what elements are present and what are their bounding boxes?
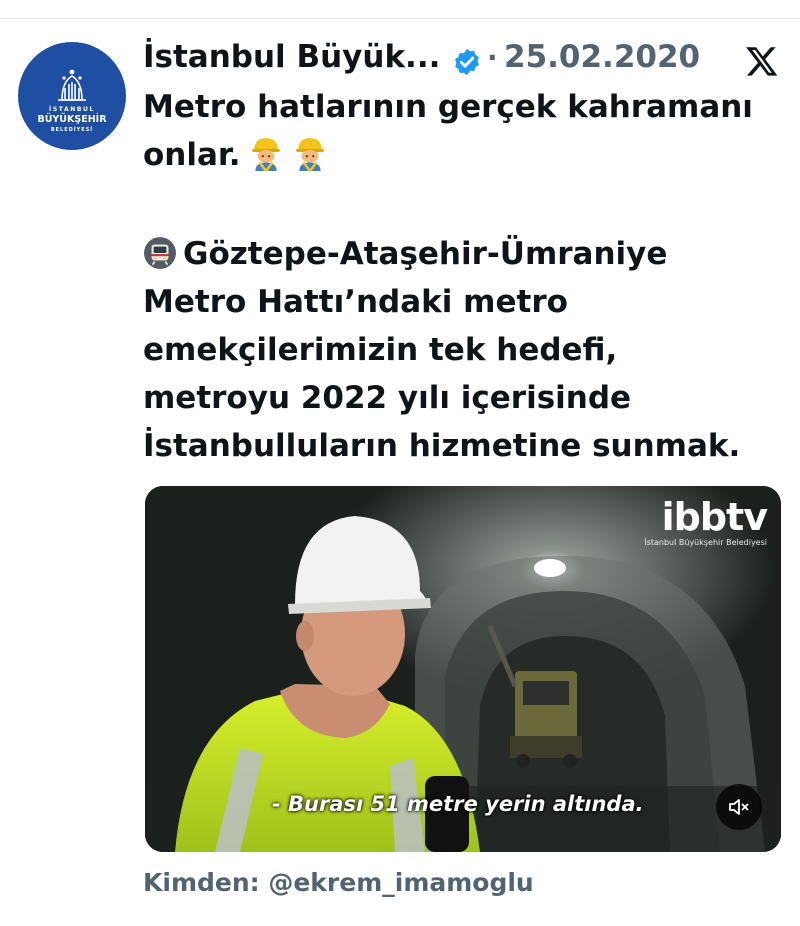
avatar[interactable]: İSTANBUL BÜYÜKŞEHİR BELEDİYESİ [18, 42, 126, 150]
avatar-line-2: BÜYÜKŞEHİR [37, 114, 107, 125]
video-player[interactable]: ibbtv İstanbul Büyükşehir Belediyesi - B… [145, 486, 781, 852]
metro-emoji [144, 237, 176, 269]
avatar-line-3: BELEDİYESİ [50, 127, 94, 133]
ibbtv-brand: ibbtv İstanbul Büyükşehir Belediyesi [644, 495, 768, 548]
tweet-text-line-2-text: onlar. [143, 137, 241, 173]
speaker-muted-icon [729, 799, 749, 815]
video-caption: - Burası 51 metre yerin altında. [272, 792, 644, 816]
tweet-text-line-5: emekçilerimizin tek hedefi, [143, 332, 618, 368]
top-divider [0, 18, 800, 19]
tweet-text-line-6: metroyu 2022 yılı içerisinde [143, 380, 632, 416]
tweet-header: İstanbul Büyük... · 25.02.2020 [143, 36, 783, 86]
source-attribution[interactable]: Kimden: @ekrem_imamoglu [143, 868, 534, 897]
construction-worker-emoji [295, 138, 324, 171]
tweet-text-line-3: Göztepe-Ataşehir-Ümraniye [143, 230, 793, 278]
tweet-date[interactable]: 25.02.2020 [504, 39, 700, 75]
ibbtv-subtitle: İstanbul Büyükşehir Belediyesi [644, 538, 767, 547]
tweet-text-line-1: Metro hatlarının gerçek kahramanı [143, 89, 753, 125]
x-logo-icon[interactable] [745, 44, 779, 78]
tweet-text-line-3-text: Göztepe-Ataşehir-Ümraniye [183, 236, 668, 272]
mute-button[interactable] [716, 784, 762, 830]
verified-badge-icon [455, 48, 479, 76]
ibb-logo-icon [58, 69, 86, 101]
construction-worker-emoji [251, 138, 280, 171]
tweet-text-line-4: Metro Hattı’ndaki metro [143, 284, 568, 320]
ibbtv-logo: ibbtv [661, 495, 768, 539]
tweet-text-line-7: İstanbulluların hizmetine sunmak. [143, 428, 741, 464]
tweet-text-line-2: onlar. [143, 131, 793, 179]
separator-dot: · [487, 41, 498, 74]
account-name[interactable]: İstanbul Büyük... [143, 39, 440, 75]
avatar-line-1: İSTANBUL [49, 106, 95, 113]
